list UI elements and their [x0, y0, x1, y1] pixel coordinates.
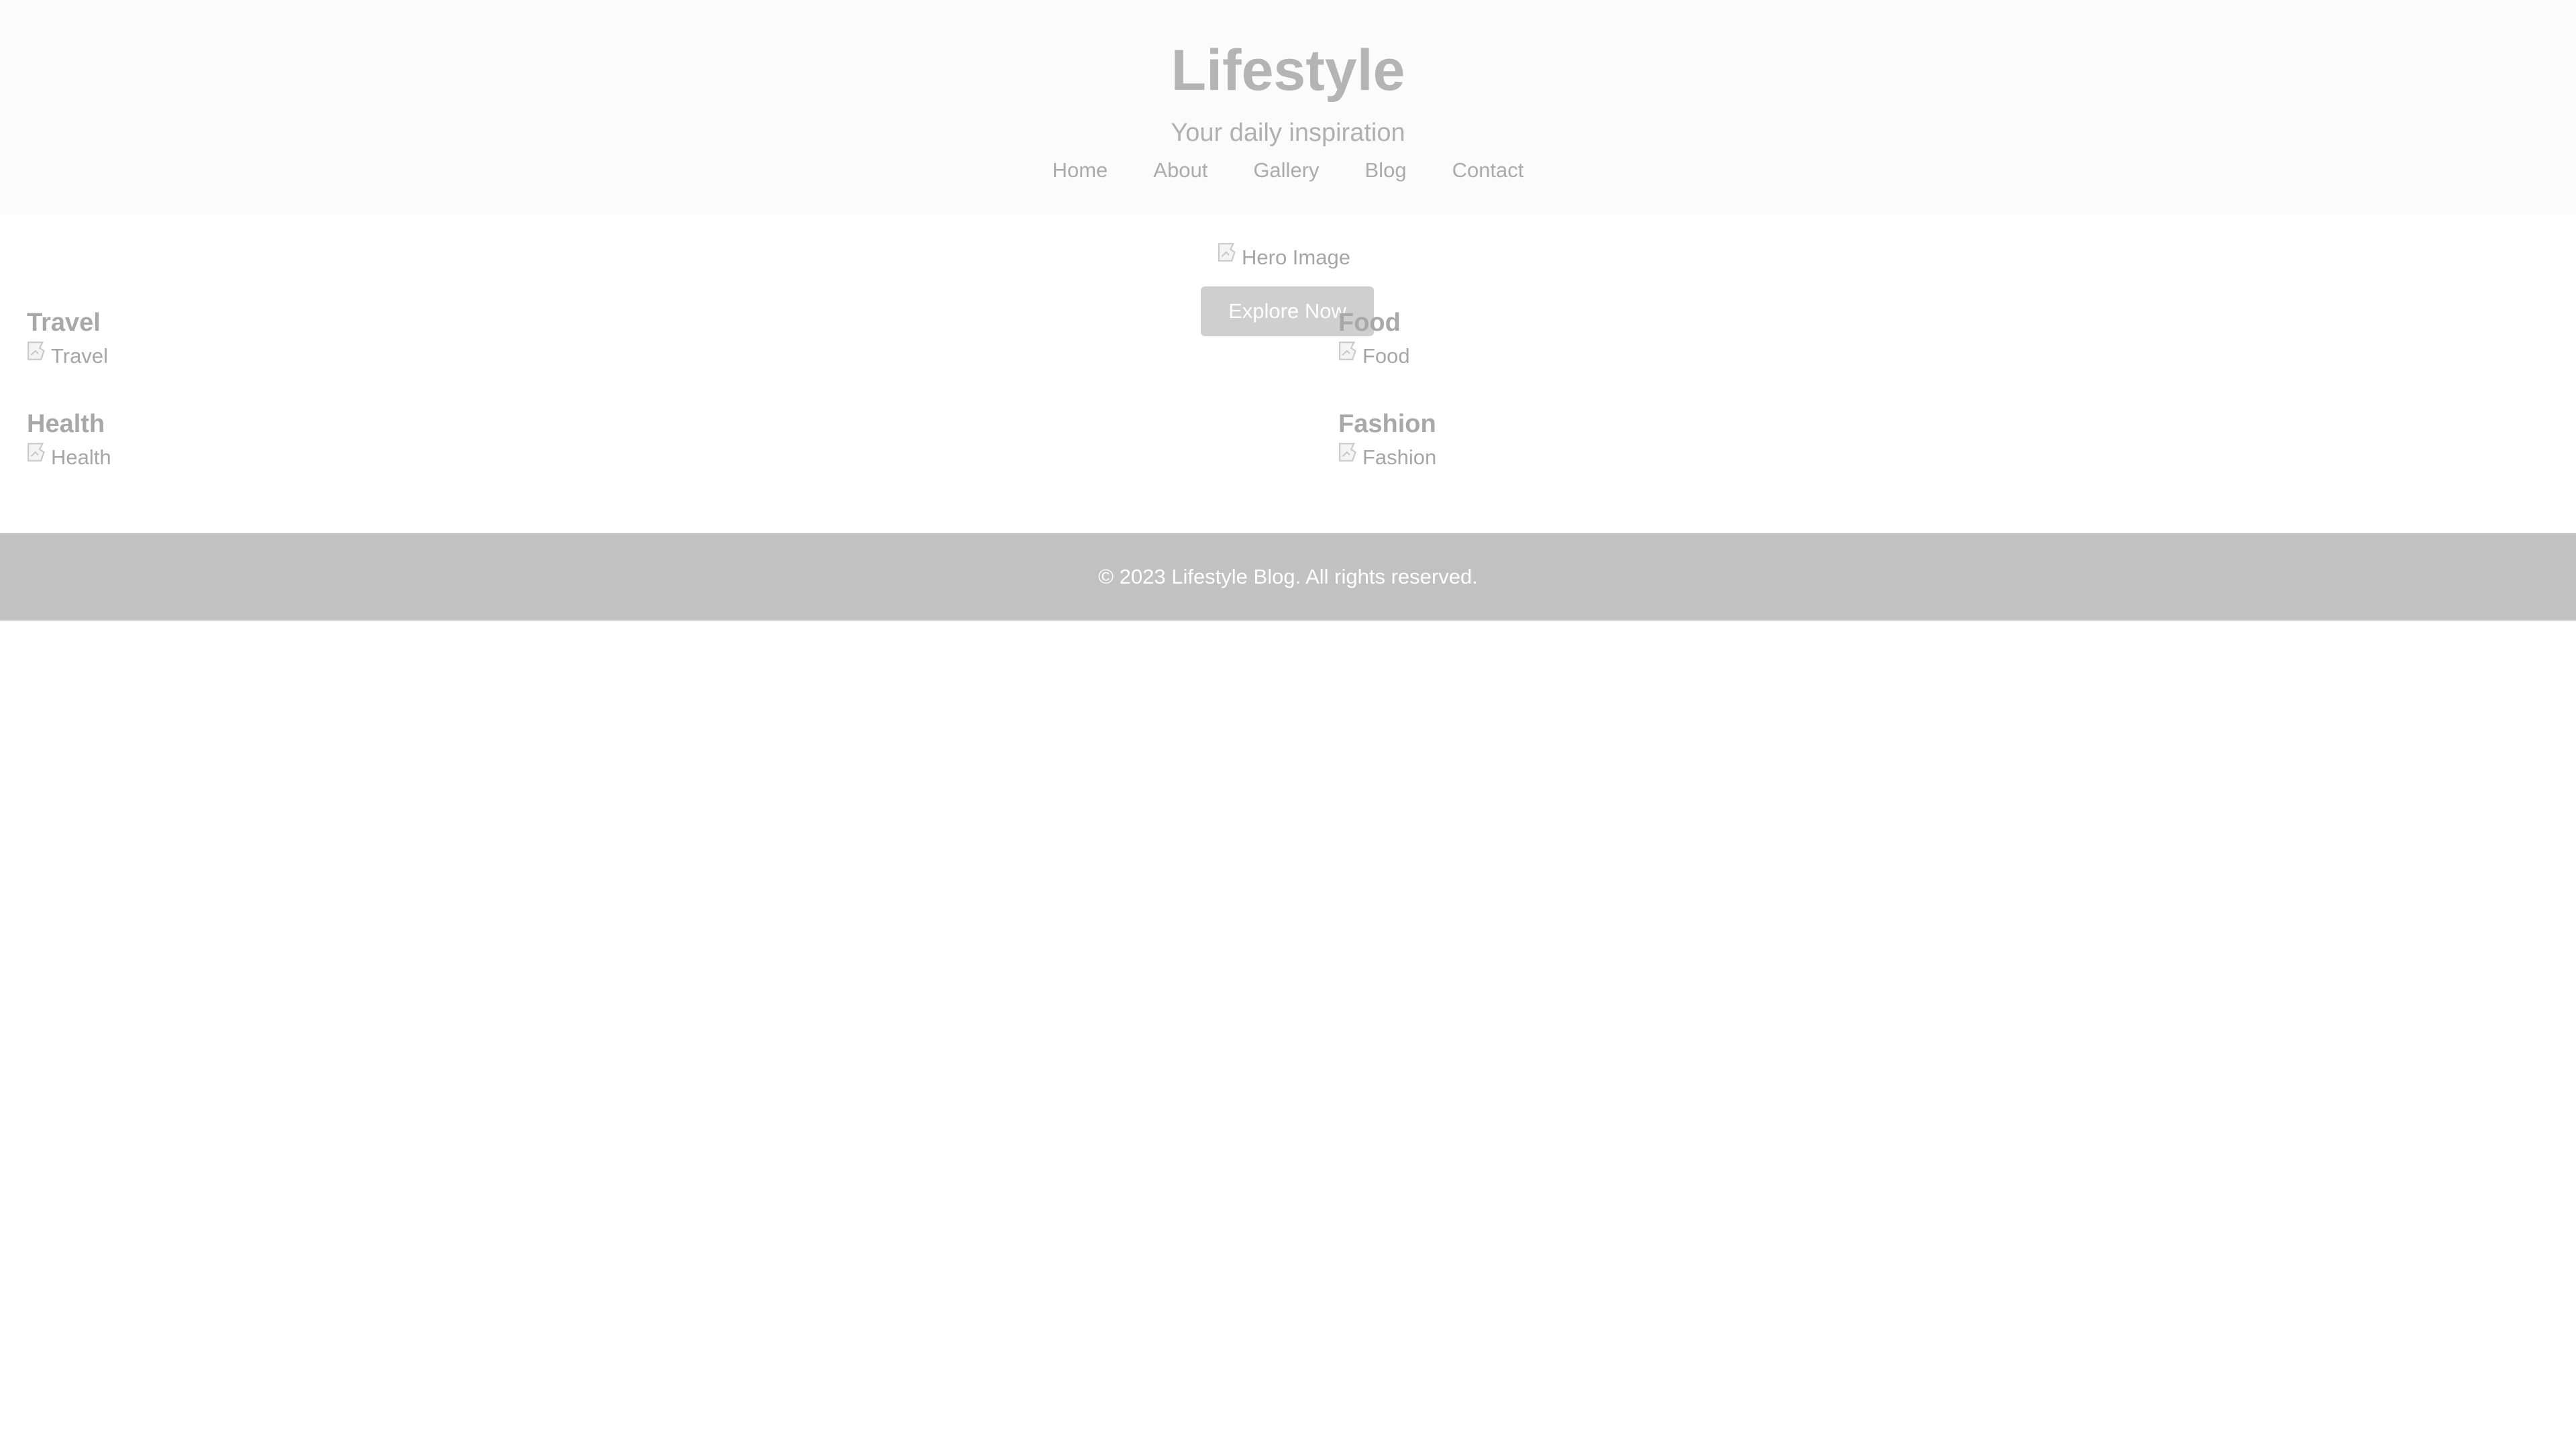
page: Lifestyle Your daily inspiration Home Ab… — [0, 0, 2576, 1449]
nav-about-link[interactable]: About — [1153, 154, 1208, 186]
category-title: Health — [27, 410, 105, 438]
category-image: Fashion — [1338, 443, 1436, 472]
category-image: Health — [27, 443, 111, 472]
nav-gallery-link[interactable]: Gallery — [1253, 154, 1319, 186]
category-image-alt: Food — [1362, 344, 1410, 368]
category-title: Travel — [27, 309, 101, 337]
broken-image-icon — [27, 441, 50, 464]
category-image: Travel — [27, 341, 108, 371]
broken-image-icon — [1338, 339, 1361, 362]
nav-home-link[interactable]: Home — [1053, 154, 1108, 186]
broken-image-icon — [1338, 441, 1361, 464]
category-travel[interactable]: Travel Travel — [27, 305, 108, 371]
site-footer: © 2023 Lifestyle Blog. All rights reserv… — [0, 533, 2576, 621]
site-title: Lifestyle — [1171, 38, 1405, 103]
broken-image-icon — [1218, 241, 1240, 264]
category-title: Fashion — [1338, 410, 1436, 438]
nav-contact-link[interactable]: Contact — [1452, 154, 1524, 186]
broken-image-icon — [27, 339, 50, 362]
main-nav: Home About Gallery Blog Contact — [0, 154, 2576, 186]
category-title: Food — [1338, 309, 1401, 337]
site-tagline: Your daily inspiration — [1171, 119, 1405, 147]
category-image-alt: Travel — [51, 344, 108, 368]
hero-image-alt: Hero Image — [1242, 246, 1350, 269]
category-fashion[interactable]: Fashion Fashion — [1338, 407, 1436, 472]
category-image-alt: Health — [51, 445, 111, 469]
nav-blog-link[interactable]: Blog — [1365, 154, 1407, 186]
site-header: Lifestyle Your daily inspiration Home Ab… — [0, 0, 2576, 215]
category-food[interactable]: Food Food — [1338, 305, 1410, 371]
category-image: Food — [1338, 341, 1410, 371]
category-health[interactable]: Health Health — [27, 407, 111, 472]
category-image-alt: Fashion — [1362, 445, 1437, 469]
hero-image: Hero Image — [1218, 241, 1350, 274]
copyright-text: © 2023 Lifestyle Blog. All rights reserv… — [1098, 565, 1478, 588]
